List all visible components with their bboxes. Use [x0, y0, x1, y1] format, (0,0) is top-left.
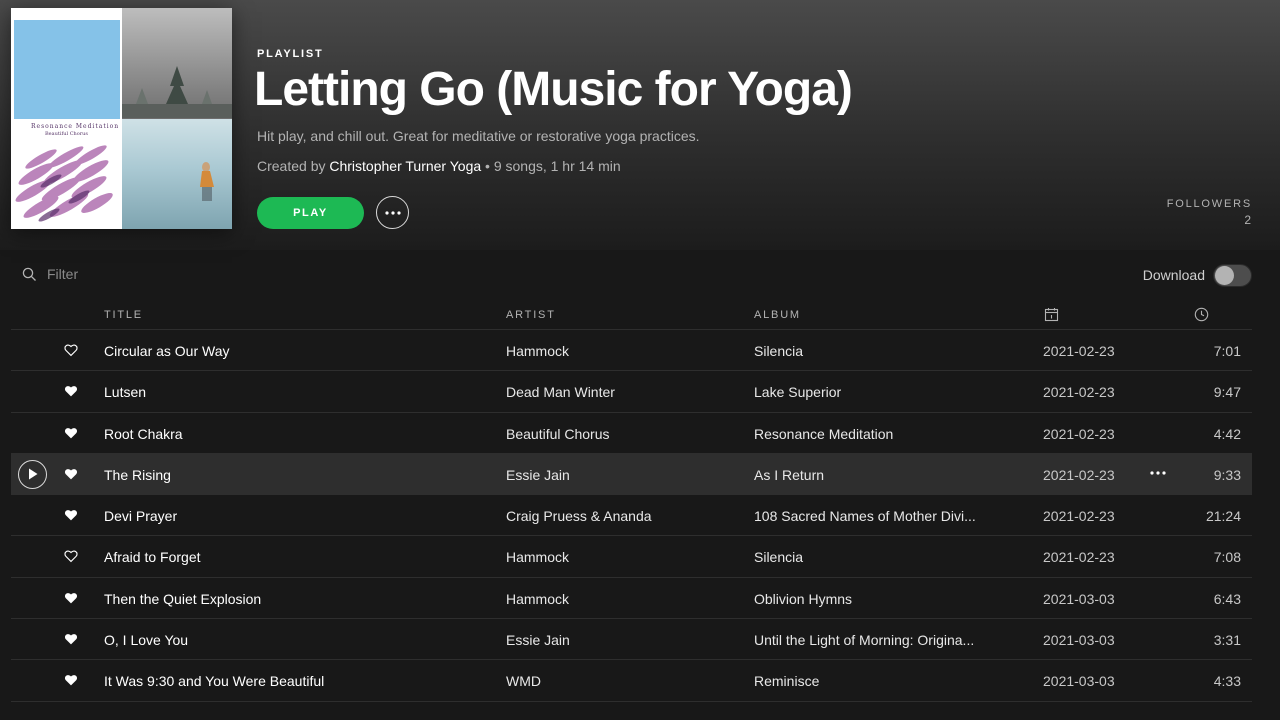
track-date-added: 2021-02-23: [1043, 549, 1115, 566]
track-title: Circular as Our Way: [104, 343, 230, 359]
track-artist[interactable]: Hammock: [506, 343, 736, 359]
download-toggle[interactable]: [1213, 263, 1252, 287]
track-date-added: 2021-02-23: [1043, 466, 1115, 483]
track-row[interactable]: Lutsen Dead Man Winter Lake Superior 2021-0…: [11, 371, 1252, 413]
track-date-added: 2021-02-23: [1043, 343, 1115, 359]
cover-tile-resonance: Resonance Meditation Beautiful Chorus: [11, 118, 122, 229]
track-row[interactable]: Root Chakra Beautiful Chorus Resonance Med…: [11, 413, 1252, 454]
track-date-added: 2021-02-23: [1043, 384, 1115, 401]
more-icon: [384, 210, 401, 215]
filter-box[interactable]: [22, 264, 167, 284]
download-control: Download: [1143, 263, 1252, 287]
track-duration: 4:42: [1213, 425, 1241, 442]
track-row[interactable]: O, I Love You Essie Jain Until the Light o…: [11, 619, 1252, 661]
track-album[interactable]: Until the Light of Morning: Origina...: [754, 632, 994, 648]
track-artist[interactable]: Hammock: [506, 549, 736, 565]
track-row[interactable]: The Rising Essie Jain As I Return 2021-02-2…: [11, 453, 1252, 496]
track-artist[interactable]: WMD: [506, 673, 736, 689]
tracklist: TITLE ARTIST ALBUM Circular as Our Way Ha…: [11, 300, 1252, 702]
tracklist-header: TITLE ARTIST ALBUM: [11, 300, 1252, 330]
track-artist[interactable]: Hammock: [506, 591, 736, 607]
column-title[interactable]: TITLE: [104, 309, 143, 321]
column-artist[interactable]: ARTIST: [506, 309, 556, 321]
clock-icon[interactable]: [1194, 307, 1209, 322]
track-album[interactable]: Resonance Meditation: [754, 426, 994, 442]
play-icon: [28, 468, 38, 480]
track-artist[interactable]: Craig Pruess & Ananda: [506, 508, 736, 524]
heart-filled-icon[interactable]: [64, 508, 78, 522]
track-date-added: 2021-02-23: [1043, 508, 1115, 525]
calendar-icon[interactable]: [1044, 307, 1059, 322]
cover-tile-forest: [121, 8, 232, 119]
tracklist-rows: Circular as Our Way Hammock Silencia 2021-0…: [11, 330, 1252, 702]
track-duration: 7:01: [1213, 343, 1241, 359]
track-title: Root Chakra: [104, 425, 183, 442]
heart-filled-icon[interactable]: [64, 467, 78, 481]
created-by-label: Created by: [257, 158, 326, 174]
track-date-added: 2021-03-03: [1043, 590, 1115, 607]
playlist-description: Hit play, and chill out. Great for medit…: [257, 128, 700, 144]
track-duration: 6:43: [1213, 590, 1241, 607]
heart-filled-icon[interactable]: [64, 384, 78, 398]
heart-filled-icon[interactable]: [64, 632, 78, 646]
playlist-title: Letting Go (Music for Yoga): [254, 63, 853, 116]
track-title: Devi Prayer: [104, 508, 178, 525]
cover-tile-sky: [11, 8, 122, 119]
followers-label: FOLLOWERS: [1166, 198, 1252, 210]
track-artist[interactable]: Beautiful Chorus: [506, 426, 736, 442]
track-album[interactable]: As I Return: [754, 467, 994, 483]
column-album[interactable]: ALBUM: [754, 309, 801, 321]
search-icon: [22, 267, 37, 282]
track-date-added: 2021-03-03: [1043, 632, 1115, 649]
playlist-type-label: PLAYLIST: [257, 48, 324, 60]
track-row[interactable]: Then the Quiet Explosion Hammock Oblivion …: [11, 578, 1252, 620]
track-album[interactable]: Oblivion Hymns: [754, 591, 994, 607]
track-duration: 7:08: [1213, 549, 1241, 566]
row-more-button[interactable]: [1148, 465, 1168, 481]
followers-count: 2: [1244, 213, 1251, 227]
track-duration: 21:24: [1205, 508, 1241, 525]
track-artist[interactable]: Essie Jain: [506, 467, 736, 483]
track-title: Then the Quiet Explosion: [104, 590, 262, 607]
track-row[interactable]: Afraid to Forget Hammock Silencia 2021-02-2…: [11, 536, 1252, 578]
heart-outline-icon[interactable]: [64, 343, 78, 357]
playlist-stats: • 9 songs, 1 hr 14 min: [481, 158, 621, 174]
cover-tile-lake: [121, 118, 232, 229]
track-row[interactable]: Circular as Our Way Hammock Silencia 2021-0…: [11, 330, 1252, 372]
heart-outline-icon[interactable]: [64, 549, 78, 563]
playlist-meta: Created by Christopher Turner Yoga • 9 s…: [257, 158, 621, 174]
heart-filled-icon[interactable]: [64, 426, 78, 440]
track-duration: 3:31: [1213, 632, 1241, 649]
track-date-added: 2021-03-03: [1043, 673, 1115, 690]
track-title: The Rising: [104, 466, 171, 483]
track-date-added: 2021-02-23: [1043, 425, 1115, 442]
track-duration: 9:47: [1213, 384, 1241, 401]
filter-input[interactable]: [47, 266, 167, 282]
track-album[interactable]: Lake Superior: [754, 384, 994, 400]
track-artist[interactable]: Essie Jain: [506, 632, 736, 648]
more-options-button[interactable]: [376, 196, 409, 229]
track-title: Afraid to Forget: [104, 549, 201, 566]
track-album[interactable]: 108 Sacred Names of Mother Divi...: [754, 508, 994, 524]
track-duration: 9:33: [1213, 466, 1241, 483]
track-artist[interactable]: Dead Man Winter: [506, 384, 736, 400]
track-row[interactable]: It Was 9:30 and You Were Beautiful WMD Rem…: [11, 660, 1252, 702]
owner-link[interactable]: Christopher Turner Yoga: [329, 158, 481, 174]
track-album[interactable]: Silencia: [754, 343, 994, 359]
heart-filled-icon[interactable]: [64, 591, 78, 605]
playlist-cover: Resonance Meditation Beautiful Chorus: [11, 8, 232, 229]
track-album[interactable]: Silencia: [754, 549, 994, 565]
track-title: O, I Love You: [104, 632, 189, 649]
download-label: Download: [1142, 267, 1205, 283]
heart-filled-icon[interactable]: [64, 673, 78, 687]
more-icon: [1150, 471, 1166, 475]
track-duration: 4:33: [1213, 673, 1241, 690]
track-album[interactable]: Reminisce: [754, 673, 994, 689]
row-play-button[interactable]: [18, 459, 47, 489]
track-row[interactable]: Devi Prayer Craig Pruess & Ananda 108 Sacr…: [11, 495, 1252, 537]
track-title: It Was 9:30 and You Were Beautiful: [104, 673, 325, 690]
play-button[interactable]: PLAY: [257, 197, 364, 229]
track-title: Lutsen: [104, 384, 147, 401]
